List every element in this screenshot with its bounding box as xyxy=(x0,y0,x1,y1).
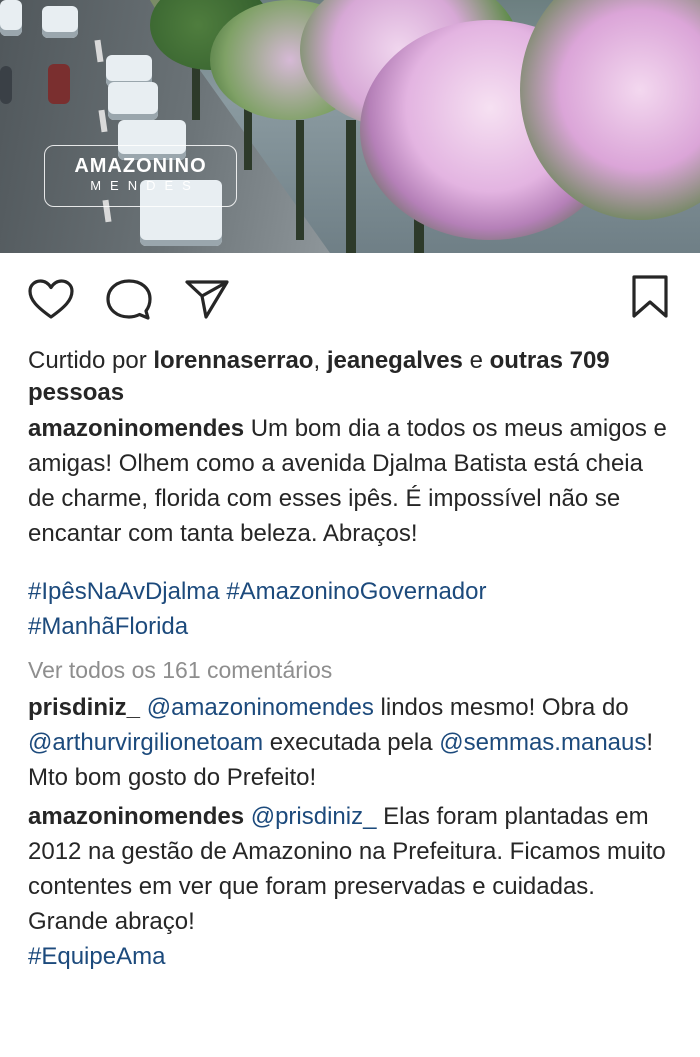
hashtag-link[interactable]: #IpêsNaAvDjalma xyxy=(28,578,220,605)
mention-link[interactable]: @prisdiniz_ xyxy=(251,803,377,830)
caption-hashtags: #IpêsNaAvDjalma #AmazoninoGovernador #Ma… xyxy=(28,574,672,644)
post-caption: amazoninomendes Um bom dia a todos os me… xyxy=(28,411,672,551)
liker-username[interactable]: lorennaserrao xyxy=(153,347,313,374)
tree-trunk xyxy=(346,120,356,253)
paper-plane-icon[interactable] xyxy=(184,278,230,320)
likes-summary[interactable]: Curtido por lorennaserrao, jeanegalves e… xyxy=(28,345,672,409)
comment: prisdiniz_ @amazoninomendes lindos mesmo… xyxy=(28,690,672,795)
view-all-comments-link[interactable]: Ver todos os 161 comentários xyxy=(28,654,672,686)
logo-line-1: AMAZONINO xyxy=(74,155,207,177)
comment-username[interactable]: prisdiniz_ xyxy=(28,694,140,721)
heart-outline-icon[interactable] xyxy=(27,278,75,320)
mention-link[interactable]: @arthurvirgilionetoam xyxy=(28,729,263,756)
brand-logo: AMAZONINO MENDES xyxy=(44,145,237,207)
car xyxy=(0,0,22,36)
likes-prefix: Curtido por xyxy=(28,347,154,374)
comment-text: lindos mesmo! Obra do xyxy=(373,694,629,721)
liker-username[interactable]: jeanegalves xyxy=(327,347,463,374)
bookmark-icon[interactable] xyxy=(630,274,670,320)
action-bar xyxy=(0,253,700,345)
post-image[interactable]: AMAZONINO MENDES xyxy=(0,0,700,253)
likes-conjunction: e xyxy=(462,347,490,374)
hashtag-link[interactable]: #AmazoninoGovernador xyxy=(226,578,486,605)
likes-separator: , xyxy=(313,347,327,374)
car xyxy=(42,6,78,38)
car xyxy=(0,66,12,104)
motorcycle xyxy=(48,64,70,104)
tree-trunk xyxy=(296,120,304,240)
mention-link[interactable]: @amazoninomendes xyxy=(147,694,374,721)
hashtag-link[interactable]: #ManhãFlorida xyxy=(28,613,188,640)
logo-line-2: MENDES xyxy=(90,178,200,193)
comment-bubble-icon[interactable] xyxy=(106,278,152,322)
comment-text: executada pela xyxy=(263,729,440,756)
caption-username[interactable]: amazoninomendes xyxy=(28,415,244,442)
comment-username[interactable]: amazoninomendes xyxy=(28,803,244,830)
car xyxy=(108,82,158,120)
hashtag-link[interactable]: #EquipeAma xyxy=(28,943,165,970)
comment: amazoninomendes @prisdiniz_ Elas foram p… xyxy=(28,799,672,974)
mention-link[interactable]: @semmas.manaus xyxy=(439,729,646,756)
